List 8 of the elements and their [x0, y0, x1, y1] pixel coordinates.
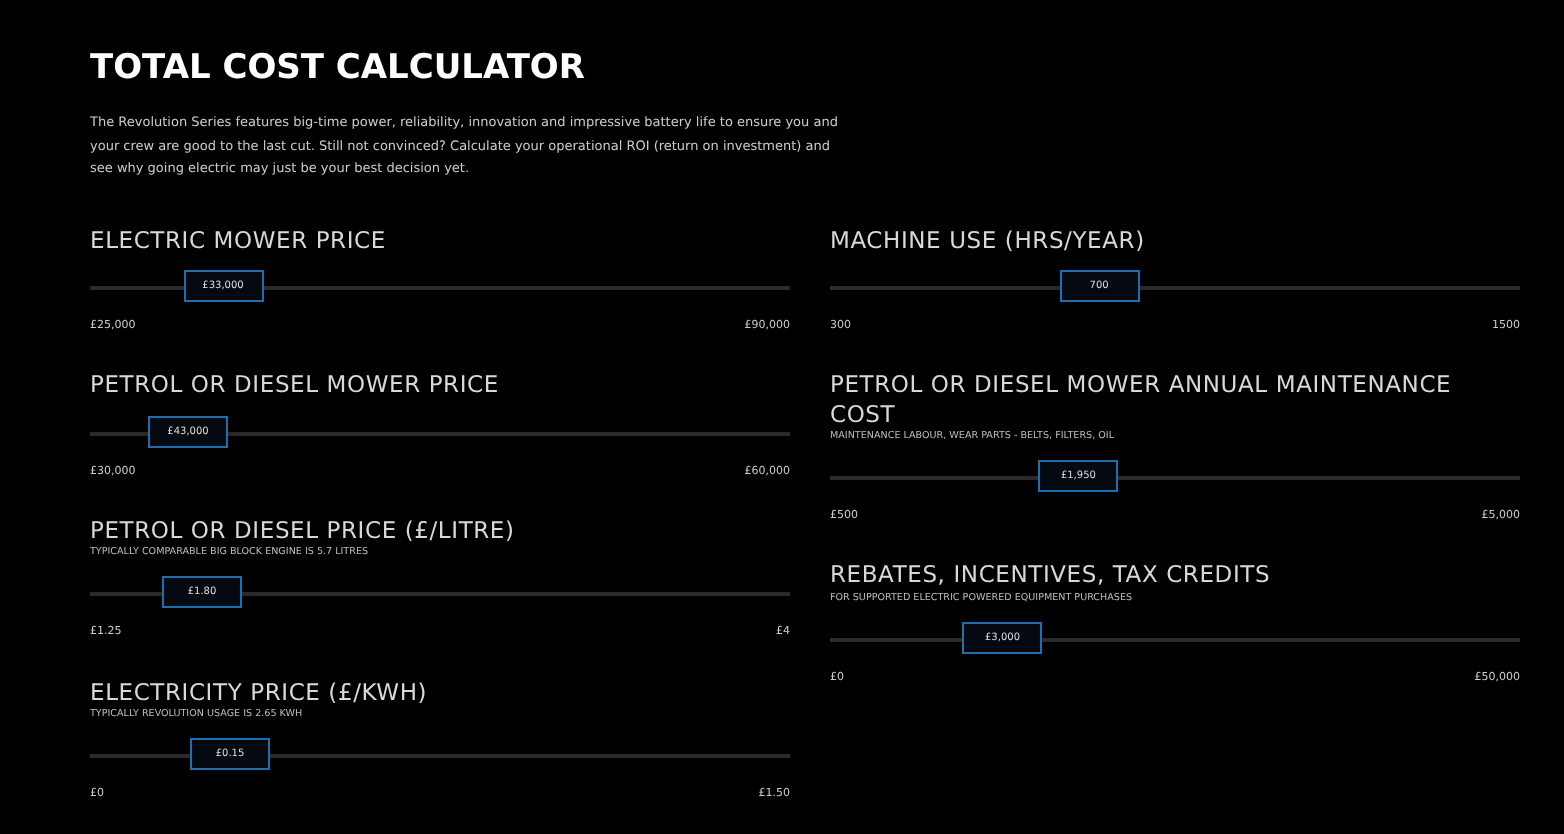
slider-label: ELECTRIC MOWER PRICE — [90, 225, 388, 254]
slider-label: PETROL OR DIESEL MOWER ANNUAL MAINTENANCE COST — [830, 370, 1454, 428]
slider-label: MACHINE USE (HRS/YEAR) — [830, 225, 1147, 254]
page-title: TOTAL COST CALCULATOR — [90, 48, 587, 89]
slider-label: REBATES, INCENTIVES, TAX CREDITS — [830, 560, 1273, 590]
slider-label: PETROL OR DIESEL MOWER PRICE — [90, 370, 501, 400]
slider-label: ELECTRICITY PRICE (£/KWH) — [90, 677, 430, 706]
slider-label: PETROL OR DIESEL PRICE (£/LITRE) — [90, 515, 517, 545]
